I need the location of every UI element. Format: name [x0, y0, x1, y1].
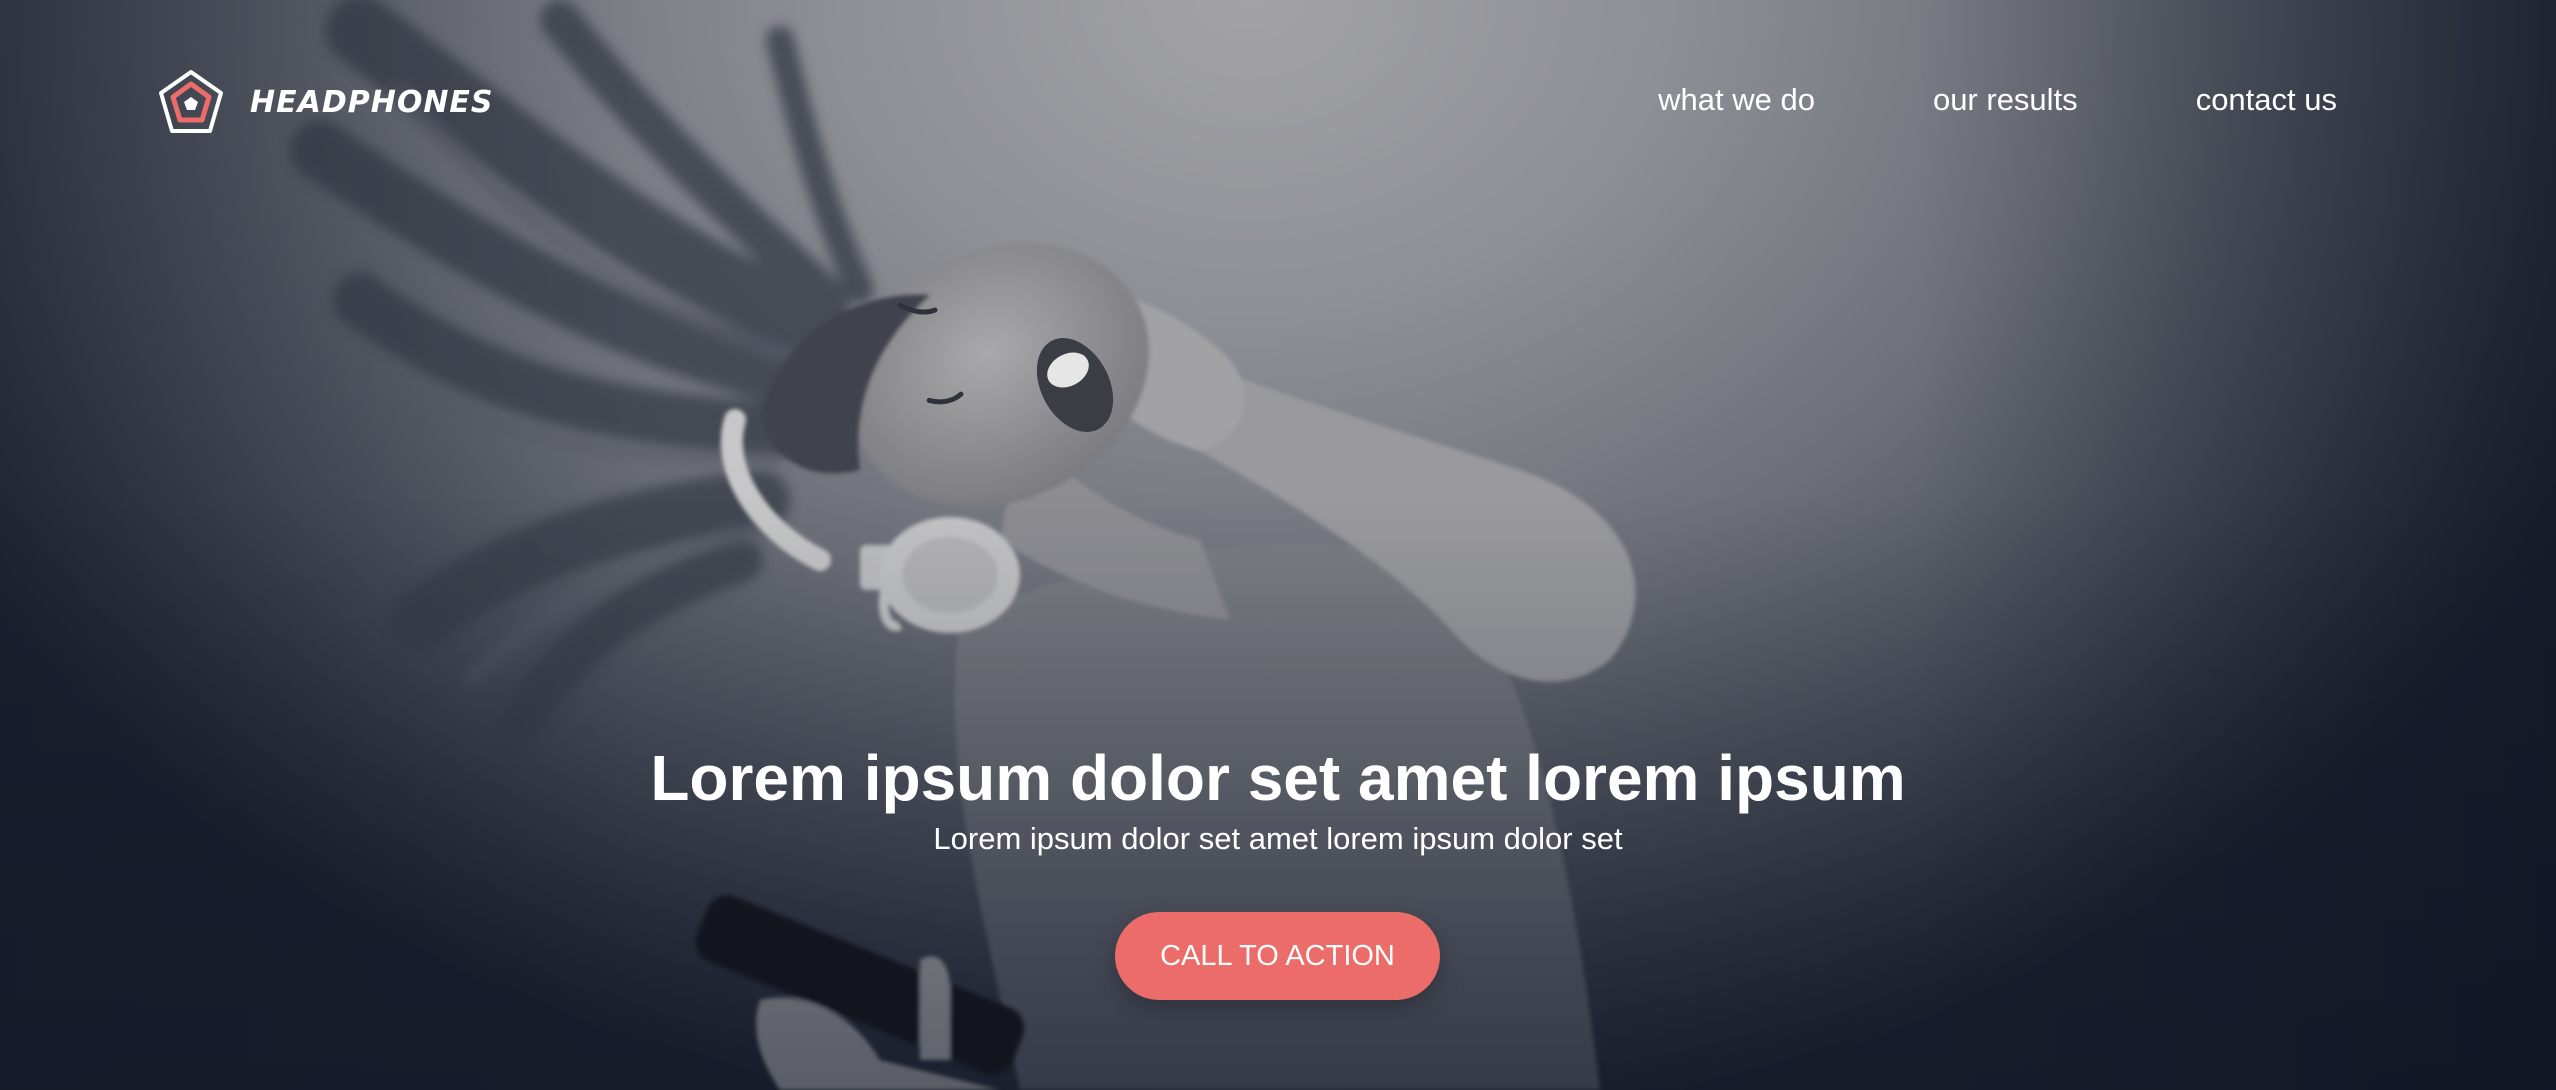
nav-link-what-we-do[interactable]: what we do — [1658, 80, 1815, 120]
hero-subtitle: Lorem ipsum dolor set amet lorem ipsum d… — [933, 821, 1623, 856]
site-header: HEADPHONES what we do our results contac… — [0, 0, 2556, 205]
hero-copy: Lorem ipsum dolor set amet lorem ipsum L… — [0, 738, 2556, 860]
nav-link-our-results[interactable]: our results — [1933, 80, 2078, 120]
pentagon-logo-icon — [159, 70, 223, 133]
brand-name: HEADPHONES — [250, 84, 494, 120]
nav-link-contact-us[interactable]: contact us — [2196, 80, 2337, 120]
phone-shape — [695, 895, 1025, 1090]
brand-home-link[interactable]: HEADPHONES — [158, 68, 494, 136]
hero-section: HEADPHONES what we do our results contac… — [0, 0, 2556, 1090]
main-nav: what we do our results contact us — [1658, 80, 2337, 120]
call-to-action-button[interactable]: CALL TO ACTION — [1115, 912, 1440, 1000]
hero-title: Lorem ipsum dolor set amet lorem ipsum — [650, 742, 1906, 814]
